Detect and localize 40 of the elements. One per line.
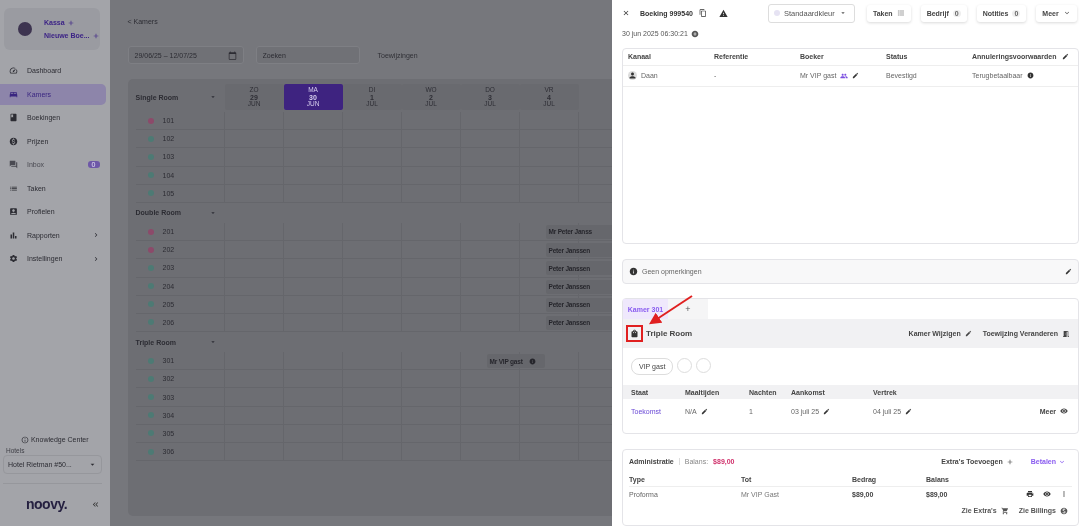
edit-icon[interactable]: [700, 407, 708, 415]
info-icon: [20, 435, 29, 444]
eye-icon[interactable]: [1043, 490, 1051, 499]
close-icon[interactable]: [622, 9, 630, 18]
collapse-icon[interactable]: [90, 499, 100, 509]
annotation-arrow: [649, 295, 693, 325]
add-tab[interactable]: +: [668, 299, 708, 320]
edit-icon: [964, 330, 972, 338]
bed-icon: [9, 89, 18, 99]
warning-icon: [718, 8, 728, 18]
chat-icon: [9, 160, 18, 170]
cart-icon: [1000, 506, 1009, 515]
info-icon: [528, 357, 536, 365]
eye-icon: [1060, 407, 1068, 416]
bag-icon: [630, 329, 639, 339]
coin-icon: [1060, 506, 1068, 515]
contact-card-icon: [9, 207, 18, 217]
info-icon: [1026, 72, 1034, 80]
avatar: [18, 22, 32, 36]
bar-chart-icon: [9, 230, 18, 240]
calendar-icon: [227, 50, 237, 60]
book-icon: [9, 113, 18, 123]
add-icon[interactable]: [690, 29, 699, 38]
edit-icon[interactable]: [823, 407, 831, 415]
room-type: Triple Room: [646, 329, 694, 339]
door-icon: [1062, 329, 1070, 338]
user-avatar-icon: [628, 71, 637, 81]
info-icon: [629, 267, 638, 277]
settings-icon: [9, 254, 18, 264]
print-icon[interactable]: [1026, 490, 1034, 499]
color-dot: [773, 10, 780, 17]
logo: noovy.: [26, 496, 68, 512]
edit-icon[interactable]: [1062, 53, 1069, 61]
edit-icon[interactable]: [852, 72, 860, 80]
gauge-icon: [9, 66, 18, 76]
edit-icon[interactable]: [905, 407, 913, 415]
copy-icon[interactable]: [698, 9, 707, 18]
coin-icon: [9, 136, 18, 146]
people-icon[interactable]: [840, 71, 849, 80]
edit-icon[interactable]: [1065, 268, 1072, 276]
